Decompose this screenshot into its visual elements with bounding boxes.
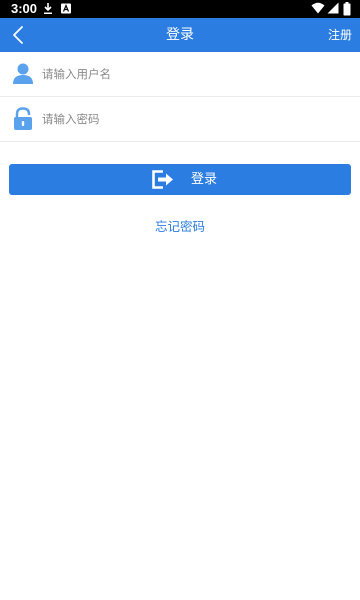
register-button[interactable]: 注册 xyxy=(328,18,352,52)
forgot-password-link[interactable]: 忘记密码 xyxy=(0,218,360,236)
battery-icon xyxy=(343,2,351,16)
username-input[interactable] xyxy=(42,62,342,86)
lock-icon xyxy=(14,107,32,130)
download-icon xyxy=(44,3,52,14)
status-time: 3:00 xyxy=(11,1,38,16)
username-row xyxy=(0,52,360,97)
login-button-label: 登录 xyxy=(191,172,218,187)
status-bar: 3:00 xyxy=(0,0,360,18)
login-icon xyxy=(152,170,173,189)
app-bar: 登录 注册 xyxy=(0,18,360,52)
password-row xyxy=(0,97,360,142)
wifi-icon xyxy=(311,2,325,14)
user-icon xyxy=(13,63,33,84)
notification-app-icon xyxy=(61,3,71,14)
password-input[interactable] xyxy=(42,107,342,131)
page-title: 登录 xyxy=(166,27,194,43)
login-button[interactable]: 登录 xyxy=(9,164,351,195)
cellular-signal-icon xyxy=(327,2,339,14)
